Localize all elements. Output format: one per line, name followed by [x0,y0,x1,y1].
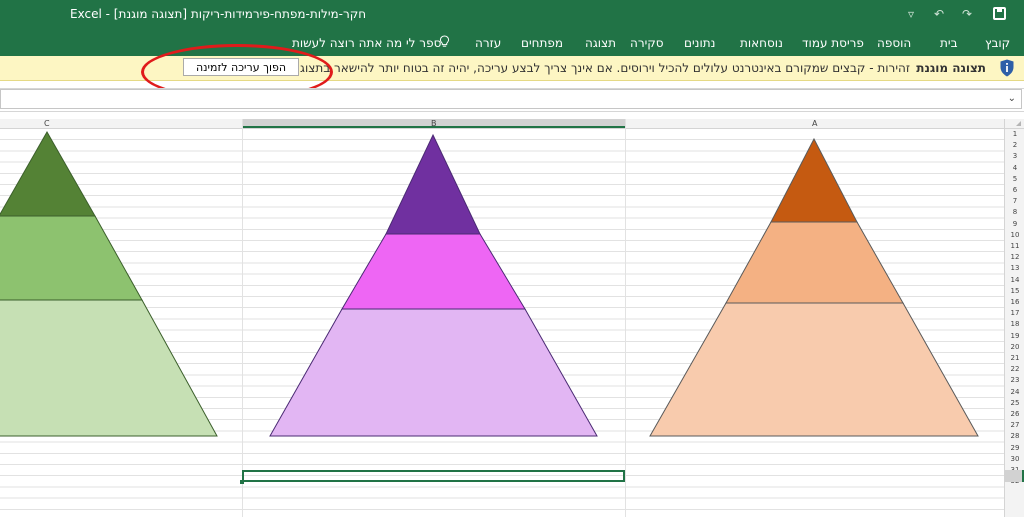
row-header-26[interactable]: 26 [1005,409,1024,420]
pyramid-green-bottom [0,299,218,437]
row-header-20[interactable]: 20 [1005,342,1024,353]
row-headers: 1 2 3 4 5 6 7 8 9 10 11 12 13 14 15 16 17 18 19 20 21 22 23 24 2… [1004,129,1024,517]
row-header-13[interactable]: 13 [1005,263,1024,274]
row-header-28[interactable]: 28 [1005,431,1024,442]
row-header-21[interactable]: 21 [1005,353,1024,364]
pyramid-purple-middle [341,233,526,310]
pyramid-green[interactable] [0,130,218,437]
row-header-24[interactable]: 24 [1005,387,1024,398]
row-header-8[interactable]: 8 [1005,207,1024,218]
row-header-11[interactable]: 11 [1005,241,1024,252]
row-header-14[interactable]: 14 [1005,275,1024,286]
pyramid-green-top [0,130,96,217]
pyramid-green-middle [0,215,143,301]
row-header-3[interactable]: 3 [1005,151,1024,162]
row-header-4[interactable]: 4 [1005,163,1024,174]
row-header-25[interactable]: 25 [1005,398,1024,409]
pyramid-orange-top [770,137,858,223]
chevron-down-icon[interactable]: ⌄ [1008,93,1016,104]
pyramid-shapes [0,130,979,437]
pyramid-orange-middle [725,221,904,304]
row-header-15[interactable]: 15 [1005,286,1024,297]
row-header-selected [1004,470,1024,482]
row-header-1[interactable]: 1 [1005,129,1024,140]
pyramid-purple-bottom [269,308,598,437]
row-header-2[interactable]: 2 [1005,140,1024,151]
row-header-7[interactable]: 7 [1005,196,1024,207]
row-header-27[interactable]: 27 [1005,420,1024,431]
row-header-22[interactable]: 22 [1005,364,1024,375]
row-header-5[interactable]: 5 [1005,174,1024,185]
row-header-17[interactable]: 17 [1005,308,1024,319]
pyramid-orange-bottom [649,302,979,437]
row-header-19[interactable]: 19 [1005,331,1024,342]
row-header-6[interactable]: 6 [1005,185,1024,196]
row-header-9[interactable]: 9 [1005,219,1024,230]
row-header-30[interactable]: 30 [1005,454,1024,465]
row-header-29[interactable]: 29 [1005,443,1024,454]
row-header-16[interactable]: 16 [1005,297,1024,308]
pyramid-purple-top [385,133,481,235]
row-header-23[interactable]: 23 [1005,375,1024,386]
row-header-10[interactable]: 10 [1005,230,1024,241]
row-header-18[interactable]: 18 [1005,319,1024,330]
pyramid-orange[interactable] [649,137,979,437]
pyramid-purple[interactable] [269,133,598,437]
select-all-corner[interactable] [1004,119,1024,129]
row-header-12[interactable]: 12 [1005,252,1024,263]
